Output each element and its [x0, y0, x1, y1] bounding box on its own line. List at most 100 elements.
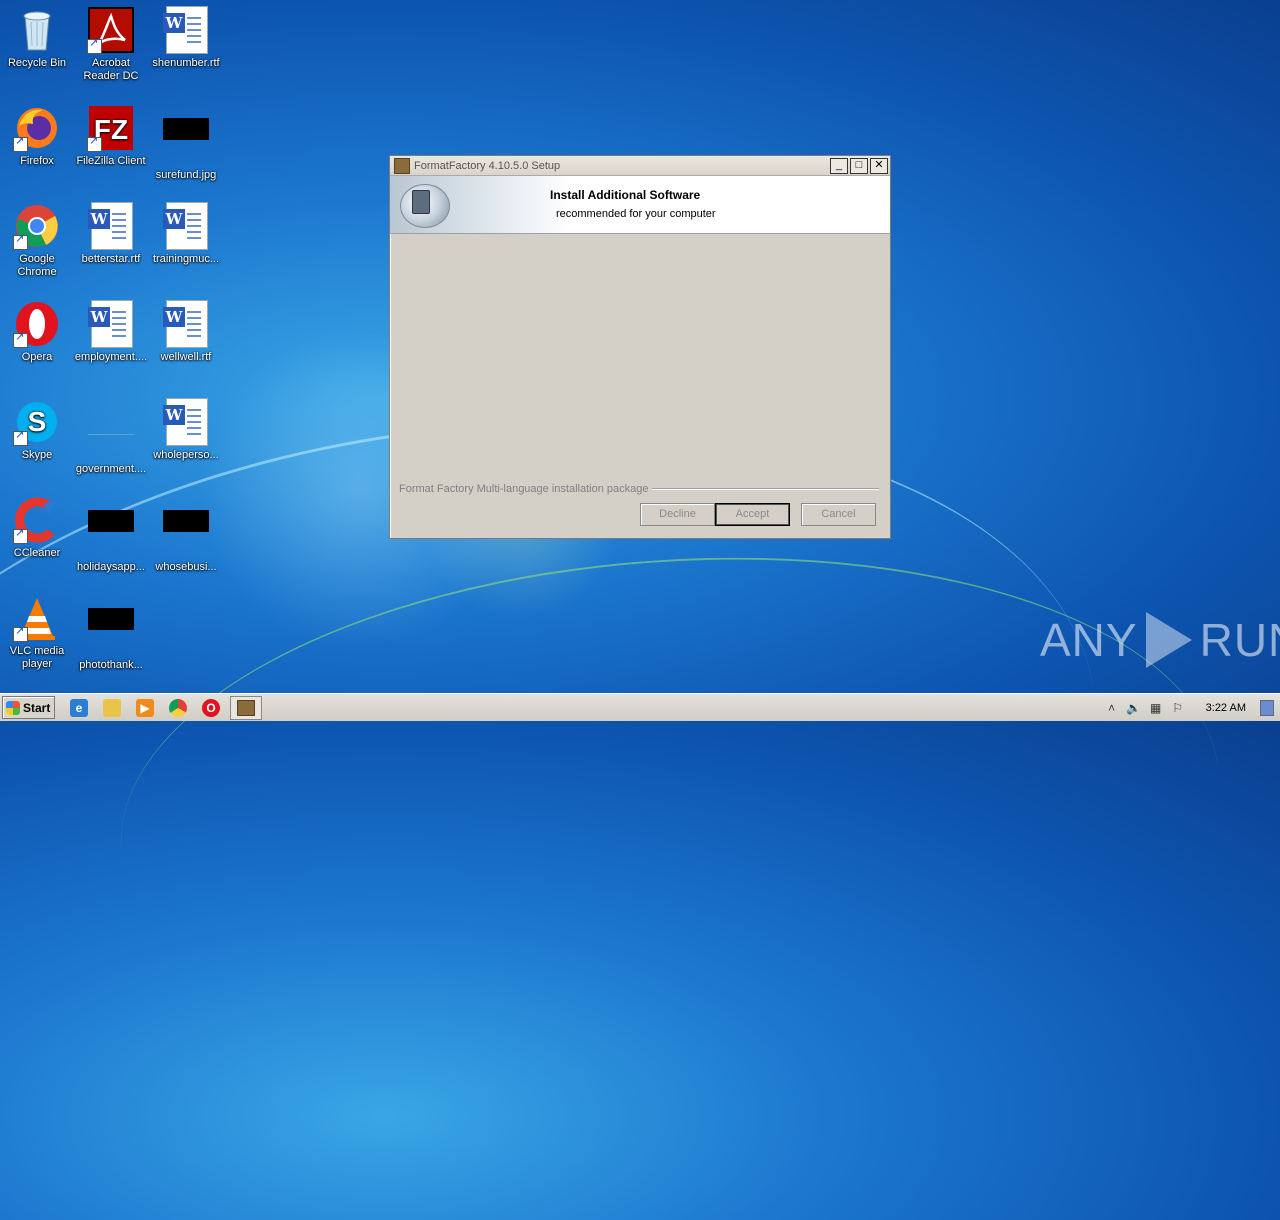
accept-button[interactable]: Accept — [715, 503, 790, 526]
desktop-icon-filezilla[interactable]: FZ FileZilla Client — [74, 104, 148, 168]
start-button[interactable]: Start — [2, 696, 55, 719]
desktop-icon-label: employment.... — [74, 351, 148, 363]
image-thumb-icon — [87, 412, 135, 460]
chevron-up-icon[interactable]: ˄ — [1104, 700, 1120, 716]
system-tray: ˄ 🔈 ▦ ⚐ 3:22 AM — [1098, 694, 1280, 721]
watermark-left: ANY — [1040, 614, 1138, 666]
desktop-icon-opera[interactable]: Opera — [0, 300, 74, 364]
dialog-title: FormatFactory 4.10.5.0 Setup — [414, 159, 561, 172]
branding-line: Format Factory Multi-language installati… — [399, 483, 879, 495]
network-icon[interactable]: ▦ — [1148, 700, 1164, 716]
shortcut-arrow-icon — [13, 625, 28, 642]
play-icon — [1145, 612, 1192, 668]
desktop-icon-holidaysapp[interactable]: holidaysapp... — [74, 496, 148, 574]
desktop-icon-employment[interactable]: W employment.... — [74, 300, 148, 364]
anyrun-watermark: ANY RUN — [1040, 612, 1280, 668]
shortcut-arrow-icon — [13, 331, 28, 348]
clock[interactable]: 3:22 AM — [1206, 702, 1246, 714]
desktop-icon-wellwell[interactable]: W wellwell.rtf — [149, 300, 223, 364]
formatfactory-logo-detail — [412, 190, 430, 214]
image-thumb-icon — [87, 608, 135, 656]
watermark-right: RUN — [1199, 614, 1280, 666]
ie-icon[interactable]: e — [70, 698, 88, 717]
shortcut-arrow-icon — [13, 527, 28, 544]
maximize-button[interactable]: □ — [850, 157, 868, 174]
desktop-icon-label: betterstar.rtf — [81, 253, 141, 265]
opera-icon — [13, 300, 61, 348]
dialog-titlebar[interactable]: FormatFactory 4.10.5.0 Setup _ □ ✕ — [390, 156, 890, 176]
desktop-icon-chrome[interactable]: Google Chrome — [0, 202, 74, 279]
header-subtitle: recommended for your computer — [556, 208, 716, 220]
filezilla-icon: FZ — [87, 104, 135, 152]
taskbar-formatfactory-setup[interactable] — [230, 695, 262, 720]
image-thumb-icon — [162, 510, 210, 558]
branding-text: Format Factory Multi-language installati… — [399, 483, 649, 495]
desktop-icon-label: Opera — [21, 351, 53, 363]
shortcut-arrow-icon — [13, 233, 28, 250]
header-title: Install Additional Software — [550, 188, 701, 202]
image-thumb-icon — [87, 510, 135, 558]
shortcut-arrow-icon — [13, 429, 28, 446]
desktop-icon-label: holidaysapp... — [77, 561, 145, 573]
desktop-icon-label: FileZilla Client — [76, 155, 146, 167]
desktop-icon-label: Firefox — [20, 155, 54, 167]
word-doc-icon: W — [162, 398, 210, 446]
vlc-icon — [13, 594, 61, 642]
desktop-icon-whosebusi[interactable]: whosebusi... — [149, 496, 223, 574]
close-button[interactable]: ✕ — [870, 157, 888, 174]
desktop-icon-label: whosebusi... — [155, 561, 217, 573]
desktop-icon-label: CCleaner — [13, 547, 61, 559]
desktop-icon-government[interactable]: government.... — [74, 398, 148, 476]
media-player-icon[interactable]: ▶ — [136, 698, 154, 717]
word-doc-icon: W — [162, 300, 210, 348]
desktop-icon-label: Recycle Bin — [7, 57, 67, 69]
desktop-icon-label: shenumber.rtf — [152, 57, 220, 69]
windows-logo-icon — [6, 700, 20, 715]
desktop-icon-acrobat[interactable]: Acrobat Reader DC — [74, 6, 148, 83]
desktop-icon-label: surefund.jpg — [155, 169, 217, 181]
desktop-icon-firefox[interactable]: Firefox — [0, 104, 74, 168]
chrome-icon[interactable] — [169, 698, 187, 717]
word-doc-icon: W — [162, 202, 210, 250]
cancel-button[interactable]: Cancel — [801, 503, 876, 526]
opera-icon[interactable]: O — [202, 698, 220, 717]
volume-icon[interactable]: 🔈 — [1126, 700, 1142, 716]
desktop-icon-recycle-bin[interactable]: Recycle Bin — [0, 6, 74, 70]
desktop-icon-label: photothank... — [79, 659, 143, 671]
action-center-flag-icon[interactable]: ⚐ — [1170, 700, 1186, 716]
desktop-icon-label: Skype — [21, 449, 53, 461]
svg-text:S: S — [28, 406, 47, 437]
word-doc-icon: W — [162, 6, 210, 54]
desktop-icon-label: wholeperso... — [153, 449, 219, 461]
desktop-icon-label: government.... — [75, 463, 147, 475]
desktop-icon-ccleaner[interactable]: CCleaner — [0, 496, 74, 560]
desktop-icon-skype[interactable]: S Skype — [0, 398, 74, 462]
word-doc-icon: W — [87, 300, 135, 348]
shortcut-arrow-icon — [87, 37, 102, 54]
desktop-icon-wholeperso[interactable]: W wholeperso... — [149, 398, 223, 462]
desktop-icon-vlc[interactable]: VLC media player — [0, 594, 74, 671]
desktop-icon-label: VLC media player — [9, 645, 65, 670]
firefox-icon — [13, 104, 61, 152]
start-label: Start — [23, 700, 51, 715]
desktop-icon-surefund[interactable]: surefund.jpg — [149, 104, 223, 182]
desktop-icon-label: wellwell.rtf — [160, 351, 212, 363]
desktop-icon-trainingmuc[interactable]: W trainingmuc... — [149, 202, 223, 266]
desktop-icon-photothank[interactable]: photothank... — [74, 594, 148, 672]
desktop-icon-shenumber[interactable]: W shenumber.rtf — [149, 6, 223, 70]
desktop-icon-betterstar[interactable]: W betterstar.rtf — [74, 202, 148, 266]
minimize-button[interactable]: _ — [830, 157, 848, 174]
show-desktop-button[interactable] — [1260, 699, 1274, 716]
image-thumb-icon — [162, 118, 210, 166]
explorer-icon[interactable] — [103, 698, 121, 717]
desktop-icon-label: Google Chrome — [17, 253, 57, 278]
formatfactory-icon — [237, 699, 255, 716]
desktop-icon-label: Acrobat Reader DC — [83, 57, 139, 82]
desktop-icon-label: trainingmuc... — [152, 253, 220, 265]
separator — [652, 488, 879, 490]
shortcut-arrow-icon — [13, 135, 28, 152]
dialog-header: Install Additional Software recommended … — [390, 176, 890, 234]
decline-button[interactable]: Decline — [640, 503, 715, 526]
ccleaner-icon — [13, 496, 61, 544]
dialog-content-area — [390, 234, 890, 474]
